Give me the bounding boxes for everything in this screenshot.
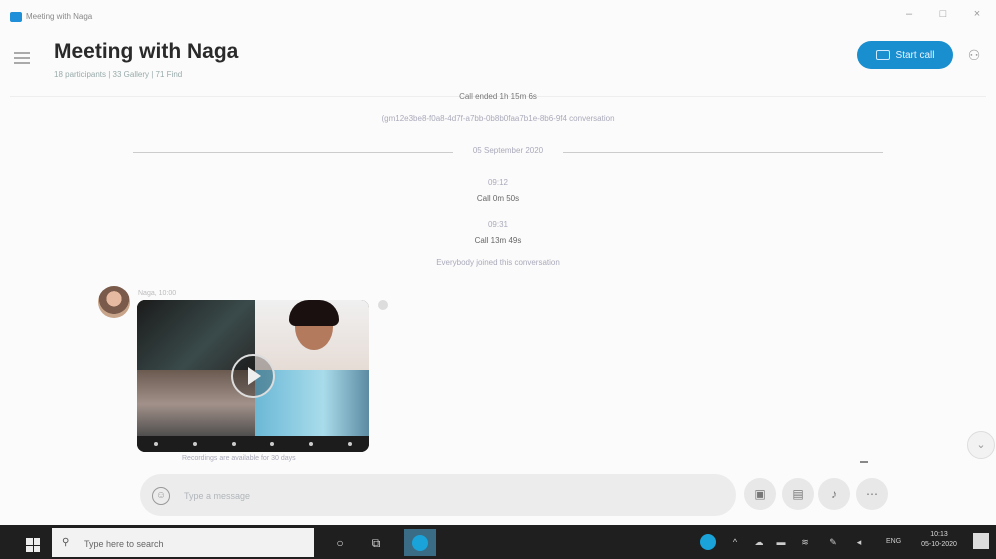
menu-icon[interactable] [14, 52, 30, 64]
video-controls-bar [137, 436, 369, 452]
battery-icon[interactable]: ▬ [774, 535, 788, 549]
microphone-icon[interactable]: ♪ [818, 478, 850, 510]
participant-hair [289, 300, 339, 326]
volume-icon[interactable]: ◂ [852, 535, 866, 549]
video-recording-thumbnail[interactable] [137, 300, 369, 452]
task-view-icon[interactable]: ⧉ [364, 533, 388, 553]
skype-tray-icon[interactable] [700, 534, 716, 550]
notifications-icon[interactable] [973, 533, 989, 549]
video-caption: Recordings are available for 30 days [182, 455, 296, 462]
window-title: Meeting with Naga [26, 12, 93, 21]
minimize-button[interactable]: – [898, 5, 920, 23]
react-icon[interactable] [378, 300, 388, 310]
pen-icon[interactable]: ✎ [826, 535, 840, 549]
call-ended-text: Call ended 1h 15m 6s [459, 92, 537, 101]
message-input[interactable] [182, 480, 726, 512]
scroll-down-icon[interactable]: ⌄ [967, 431, 995, 459]
rejoin-note: Everybody joined this conversation [436, 258, 560, 267]
add-person-icon[interactable]: ⚇ [963, 44, 985, 66]
taskbar-clock[interactable]: 10:13 05-10-2020 [913, 530, 965, 550]
call-1-text: Call 0m 50s [476, 194, 520, 203]
emoji-icon[interactable]: ☺ [152, 487, 170, 505]
language-indicator[interactable]: ENG [886, 538, 901, 545]
close-button[interactable]: × [966, 5, 988, 23]
network-icon[interactable]: ≋ [798, 535, 812, 549]
control-dot-icon[interactable] [154, 442, 159, 446]
start-call-label: Start call [895, 49, 935, 61]
call-link-text[interactable]: (gm12e3be8-f0a8-4d7f-a7bb-0b8b0faa7b1e-8… [0, 114, 996, 123]
skype-logo-icon [10, 12, 22, 22]
play-icon[interactable] [231, 354, 275, 398]
control-dot-icon[interactable] [270, 442, 275, 446]
windows-start-icon[interactable] [26, 538, 40, 552]
sender-name: Naga, 10:00 [138, 290, 177, 297]
video-tile [255, 300, 369, 370]
title-bar [0, 0, 996, 30]
search-icon: ⚲ [62, 537, 70, 548]
skype-taskbar-icon[interactable] [404, 529, 436, 556]
taskbar-search-placeholder[interactable]: Type here to search [84, 539, 164, 549]
cloud-icon[interactable]: ☁ [752, 535, 766, 549]
clock-time: 10:13 [930, 531, 948, 538]
call-1-time: 09:12 [487, 178, 509, 187]
chat-subtitle[interactable]: 18 participants | 33 Gallery | 71 Find [54, 70, 182, 79]
chat-title: Meeting with Naga [54, 40, 239, 63]
typing-indicator [860, 461, 868, 463]
cortana-icon[interactable]: ○ [328, 533, 352, 553]
start-call-button[interactable]: Start call [857, 41, 953, 69]
control-dot-icon[interactable] [192, 442, 197, 446]
control-dot-icon[interactable] [347, 442, 352, 446]
contact-card-icon[interactable]: ▤ [782, 478, 814, 510]
date-separator-label: 05 September 2020 [472, 146, 544, 155]
maximize-button[interactable]: □ [932, 5, 954, 23]
gallery-icon[interactable]: ▣ [744, 478, 776, 510]
control-dot-icon[interactable] [308, 442, 313, 446]
control-dot-icon[interactable] [231, 442, 236, 446]
clock-date: 05-10-2020 [921, 541, 957, 548]
call-2-text: Call 13m 49s [474, 236, 522, 245]
chevron-up-icon[interactable]: ^ [728, 535, 742, 549]
video-camera-icon [875, 50, 890, 60]
avatar[interactable] [98, 286, 130, 318]
more-options-icon[interactable]: ⋯ [856, 478, 888, 510]
date-separator: 05 September 2020 [133, 146, 883, 158]
call-2-time: 09:31 [487, 220, 509, 229]
